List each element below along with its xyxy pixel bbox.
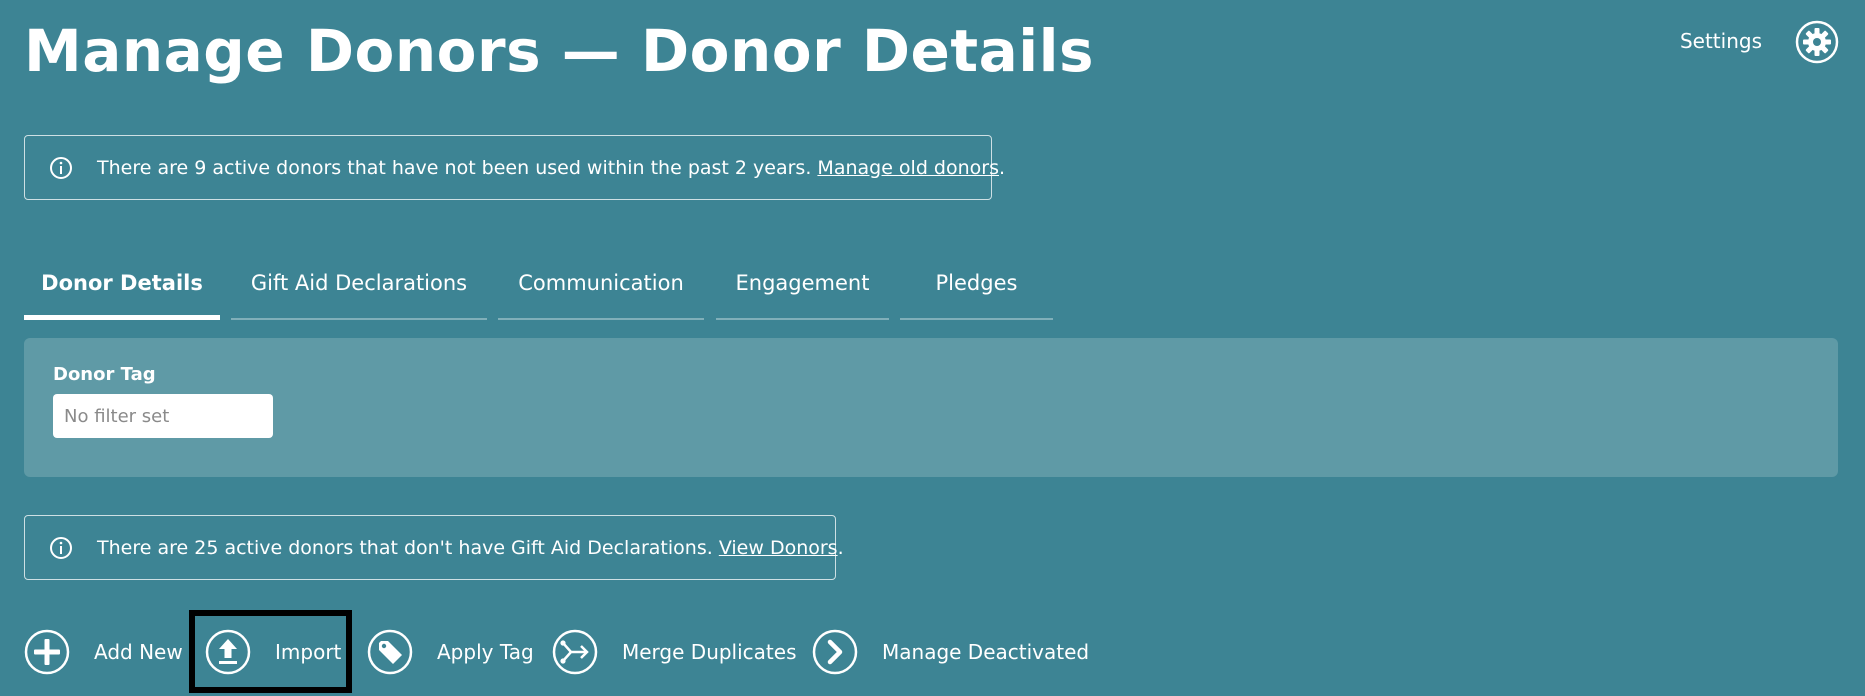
view-donors-link[interactable]: View Donors bbox=[719, 537, 838, 559]
apply-tag-label: Apply Tag bbox=[437, 640, 534, 664]
tab-gift-aid-declarations[interactable]: Gift Aid Declarations bbox=[231, 258, 487, 320]
tab-communication[interactable]: Communication bbox=[498, 258, 704, 320]
apply-tag-button[interactable]: Apply Tag bbox=[367, 627, 534, 677]
merge-icon bbox=[552, 629, 598, 675]
page-title: Manage Donors — Donor Details bbox=[24, 17, 1095, 85]
manage-old-donors-link[interactable]: Manage old donors bbox=[817, 157, 999, 179]
gear-icon[interactable] bbox=[1795, 20, 1839, 64]
old-donors-banner-text: There are 9 active donors that have not … bbox=[97, 156, 812, 179]
plus-circle-icon bbox=[24, 629, 70, 675]
merge-duplicates-button[interactable]: Merge Duplicates bbox=[552, 627, 797, 677]
old-donors-banner: There are 9 active donors that have not … bbox=[24, 135, 1005, 200]
gift-aid-banner: There are 25 active donors that don't ha… bbox=[24, 515, 844, 580]
tab-donor-details[interactable]: Donor Details bbox=[24, 258, 220, 320]
tab-engagement[interactable]: Engagement bbox=[716, 258, 889, 320]
add-new-label: Add New bbox=[94, 640, 183, 664]
old-donors-banner-suffix: . bbox=[999, 156, 1006, 179]
merge-duplicates-label: Merge Duplicates bbox=[622, 640, 797, 664]
import-highlight-box bbox=[189, 610, 352, 693]
info-icon bbox=[50, 156, 72, 179]
settings-link[interactable]: Settings bbox=[1680, 28, 1762, 54]
donor-tag-filter-input[interactable] bbox=[53, 394, 273, 438]
add-new-button[interactable]: Add New bbox=[24, 627, 183, 677]
gift-aid-banner-text: There are 25 active donors that don't ha… bbox=[97, 536, 713, 559]
tab-pledges[interactable]: Pledges bbox=[900, 258, 1053, 320]
donor-tag-label: Donor Tag bbox=[53, 364, 156, 385]
info-icon bbox=[50, 536, 72, 559]
manage-deactivated-button[interactable]: Manage Deactivated bbox=[812, 627, 1089, 677]
chevron-right-icon bbox=[812, 629, 858, 675]
filter-panel: Donor Tag bbox=[24, 338, 1838, 477]
gift-aid-banner-suffix: . bbox=[837, 536, 844, 559]
tag-icon bbox=[367, 629, 413, 675]
manage-deactivated-label: Manage Deactivated bbox=[882, 640, 1090, 664]
